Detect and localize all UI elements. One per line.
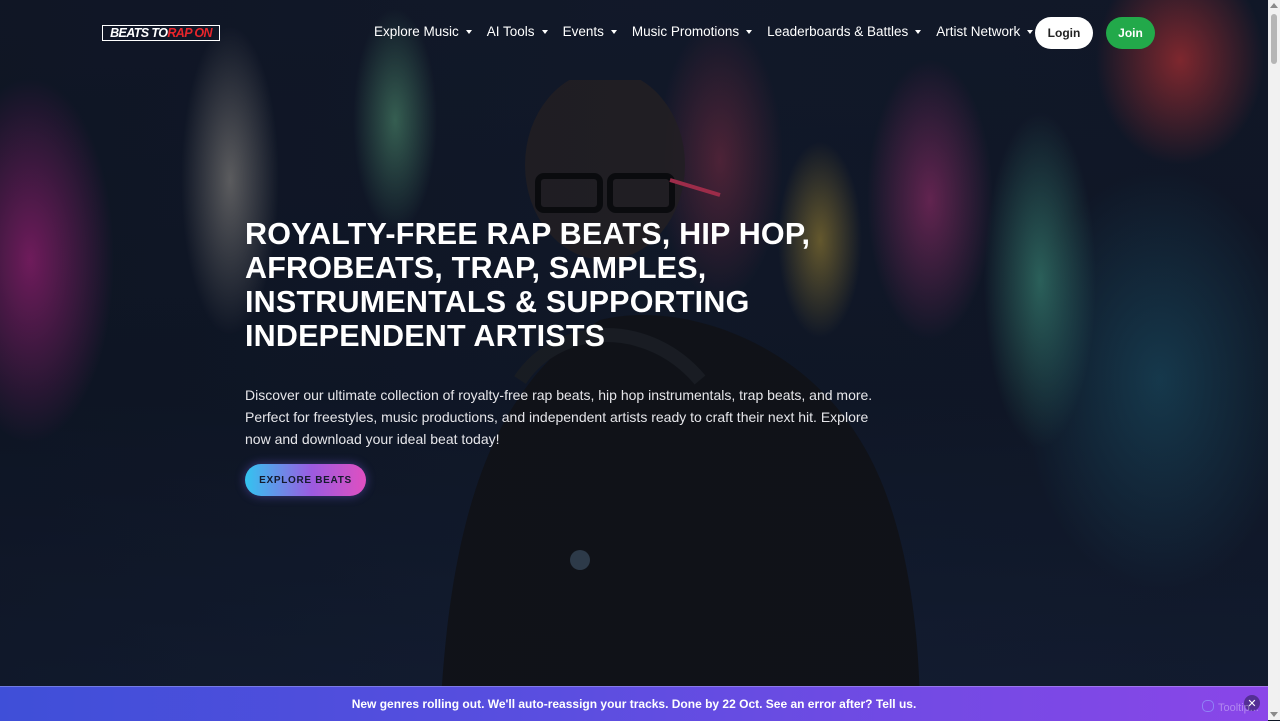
caret-down-icon [610, 29, 617, 34]
logo-text-accent: RAP ON [167, 26, 212, 40]
hero-title: ROYALTY-FREE RAP BEATS, HIP HOP, AFROBEA… [245, 217, 811, 353]
logo-text-primary: BEATS TO [110, 26, 168, 40]
nav-item-label: Music Promotions [631, 24, 740, 39]
page-scrollbar[interactable] [1268, 0, 1280, 720]
announcement-text: New genres rolling out. We'll auto-reass… [351, 697, 917, 711]
nav-item-ai-tools[interactable]: AI Tools [487, 24, 548, 39]
hero-overlay [0, 0, 1268, 720]
nav-item-artist-network[interactable]: Artist Network [936, 24, 1034, 39]
announcement-bar: New genres rolling out. We'll auto-reass… [0, 686, 1268, 721]
watermark: Tooltip... [1202, 700, 1259, 714]
scrollbar-thumb[interactable] [1271, 14, 1277, 64]
caret-down-icon [746, 29, 753, 34]
caret-down-icon [915, 29, 922, 34]
nav-item-music-promotions[interactable]: Music Promotions [631, 24, 753, 39]
nav-item-label: Artist Network [936, 24, 1021, 39]
explore-beats-button[interactable]: EXPLORE BEATS [245, 464, 366, 496]
navbar: BEATS TO RAP ON Explore Music AI Tools E… [0, 0, 1268, 66]
nav-item-label: Leaderboards & Battles [767, 24, 909, 39]
nav-item-label: Explore Music [374, 24, 459, 39]
nav-item-leaderboards-battles[interactable]: Leaderboards & Battles [767, 24, 922, 39]
login-button[interactable]: Login [1035, 17, 1093, 49]
hero-description: Discover our ultimate collection of roya… [245, 387, 873, 447]
nav-item-explore-music[interactable]: Explore Music [374, 24, 472, 39]
join-button[interactable]: Join [1106, 17, 1155, 49]
nav-item-label: AI Tools [486, 24, 535, 39]
watermark-icon [1202, 700, 1214, 712]
main-nav: Explore Music AI Tools Events Music Prom… [374, 24, 1034, 39]
site-logo[interactable]: BEATS TO RAP ON [102, 25, 220, 41]
caret-down-icon [541, 29, 548, 34]
watermark-text: Tooltip... [1218, 702, 1259, 714]
nav-item-label: Events [562, 24, 604, 39]
nav-item-events[interactable]: Events [563, 24, 617, 39]
scroll-down-arrow-icon[interactable] [1270, 712, 1278, 717]
caret-down-icon [1027, 29, 1034, 34]
scroll-up-arrow-icon[interactable] [1270, 3, 1278, 8]
caret-down-icon [465, 29, 472, 34]
